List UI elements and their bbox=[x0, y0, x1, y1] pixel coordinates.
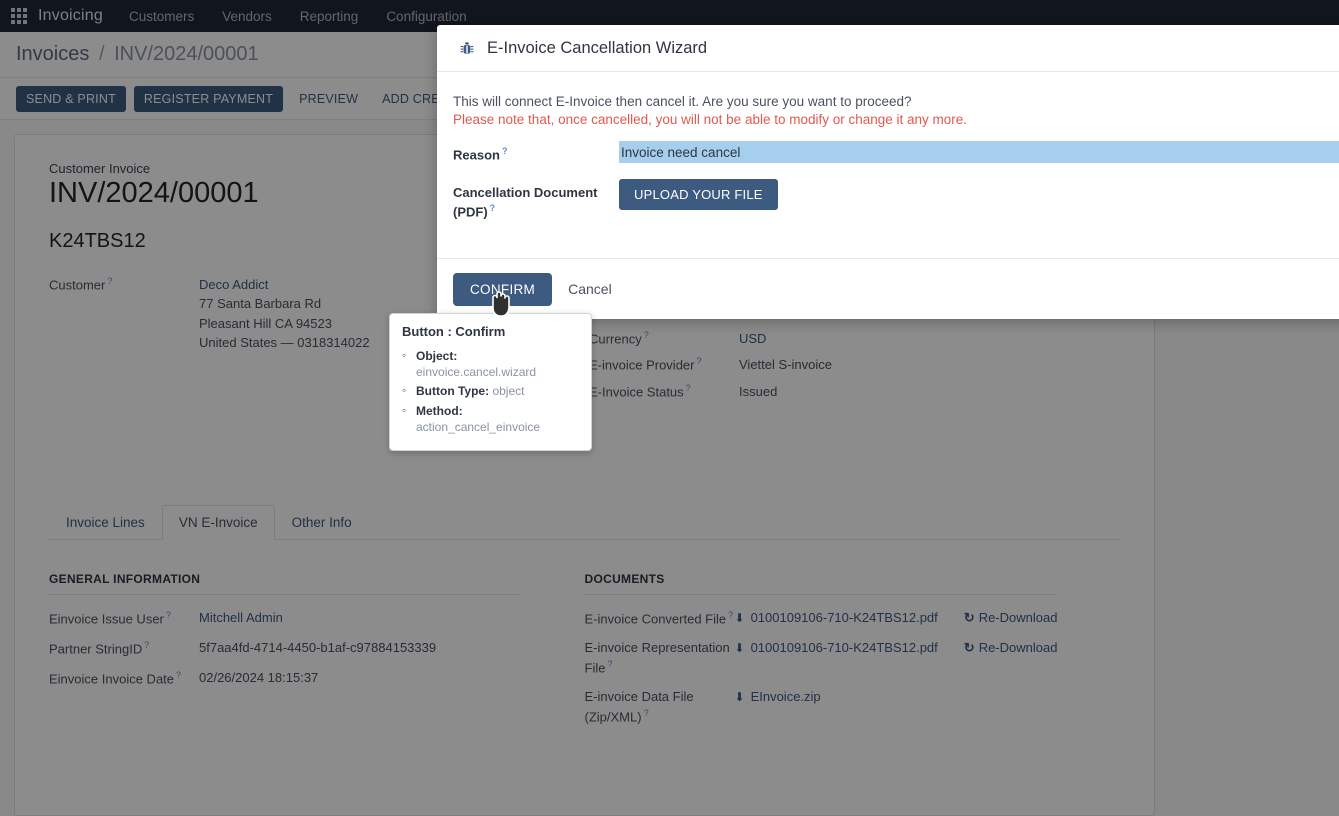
debug-tooltip-row-method: Method: action_cancel_einvoice bbox=[402, 403, 579, 435]
debug-tooltip-key: Method: bbox=[416, 404, 463, 418]
debug-tooltip: Button : Confirm Object: einvoice.cancel… bbox=[389, 313, 592, 451]
help-icon[interactable]: ? bbox=[502, 146, 508, 156]
upload-your-file-button[interactable]: UPLOAD YOUR FILE bbox=[619, 179, 778, 210]
modal-body: This will connect E-Invoice then cancel … bbox=[437, 72, 1339, 258]
bug-icon bbox=[459, 41, 475, 57]
field-reason-label-text: Reason bbox=[453, 147, 500, 162]
einvoice-cancellation-wizard-dialog: E-Invoice Cancellation Wizard This will … bbox=[437, 25, 1339, 319]
debug-tooltip-value: action_cancel_einvoice bbox=[416, 420, 540, 434]
modal-header: E-Invoice Cancellation Wizard bbox=[437, 25, 1339, 72]
field-cancellation-document-label: Cancellation Document (PDF)? bbox=[453, 179, 619, 222]
modal-footer: CONFIRM Cancel bbox=[437, 258, 1339, 319]
debug-tooltip-value: object bbox=[492, 384, 524, 398]
debug-tooltip-key: Button Type: bbox=[416, 384, 489, 398]
debug-tooltip-list: Object: einvoice.cancel.wizard Button Ty… bbox=[402, 348, 579, 435]
debug-tooltip-key: Object: bbox=[416, 349, 457, 363]
modal-message: This will connect E-Invoice then cancel … bbox=[453, 94, 1339, 109]
debug-tooltip-row-button-type: Button Type: object bbox=[402, 383, 579, 399]
field-reason-label: Reason? bbox=[453, 141, 619, 165]
debug-tooltip-title: Button : Confirm bbox=[402, 324, 579, 339]
debug-tooltip-value: einvoice.cancel.wizard bbox=[416, 365, 536, 379]
modal-warning: Please note that, once cancelled, you wi… bbox=[453, 112, 1339, 127]
modal-title: E-Invoice Cancellation Wizard bbox=[487, 39, 707, 58]
field-cancellation-document-label-text: Cancellation Document (PDF) bbox=[453, 185, 597, 220]
confirm-button[interactable]: CONFIRM bbox=[453, 273, 552, 306]
reason-input[interactable] bbox=[619, 141, 1339, 163]
debug-tooltip-row-object: Object: einvoice.cancel.wizard bbox=[402, 348, 579, 380]
cancel-button[interactable]: Cancel bbox=[558, 272, 622, 306]
help-icon[interactable]: ? bbox=[490, 203, 496, 213]
field-cancellation-document-row: Cancellation Document (PDF)? UPLOAD YOUR… bbox=[453, 179, 1339, 222]
field-reason-row: Reason? bbox=[453, 141, 1339, 165]
